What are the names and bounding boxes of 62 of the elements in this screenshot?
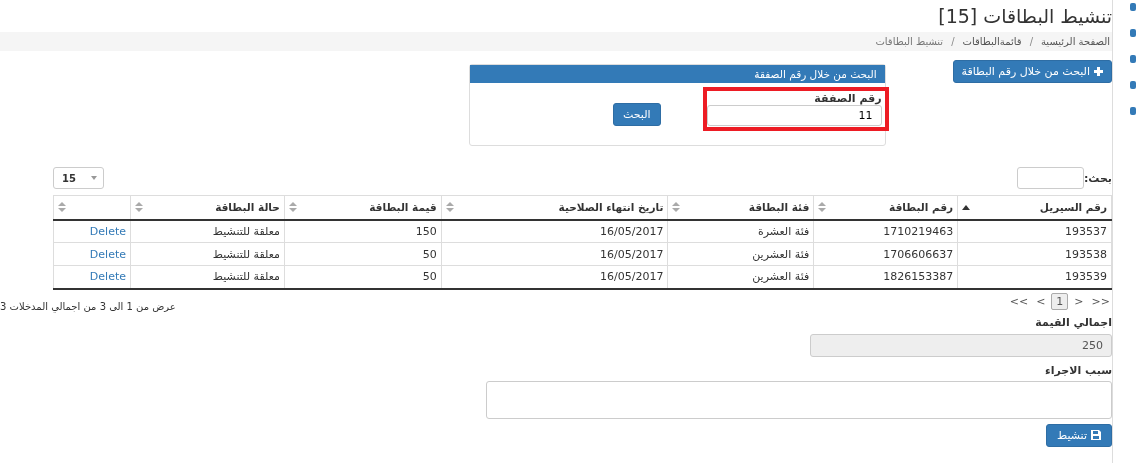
delete-link[interactable]: Delete — [89, 247, 126, 261]
field-label: رقم الصفقة — [813, 92, 882, 105]
delete-link[interactable]: Delete — [89, 270, 126, 284]
page-link[interactable]: < — [1034, 293, 1048, 309]
table-cell: 1706606637 — [813, 242, 958, 266]
breadcrumb-separator: / — [1029, 36, 1033, 47]
page-link[interactable]: << — [1007, 293, 1031, 309]
breadcrumb-item: تنشيط البطاقات — [875, 36, 944, 47]
search-field[interactable] — [1016, 167, 1084, 189]
table-cell: 193538 — [957, 242, 1112, 266]
breadcrumb-separator: / — [951, 36, 955, 47]
table-cell: 193539 — [957, 265, 1112, 289]
page-link[interactable]: >> — [1089, 293, 1112, 309]
table-cell: 150 — [284, 219, 442, 243]
table-info: عرض من 1 الى 3 من اجمالي المدخلات 3 — [0, 300, 176, 312]
activate-button[interactable]: تنشيط — [1046, 423, 1112, 447]
page-length-select[interactable]: 15 — [53, 167, 104, 189]
column-header[interactable]: فئة البطاقة — [667, 195, 814, 220]
partial-icon[interactable] — [1130, 28, 1136, 38]
column-header[interactable] — [53, 195, 131, 220]
breadcrumb-item[interactable]: قائمةالبطاقات — [962, 36, 1022, 47]
page-link[interactable]: > — [1072, 293, 1086, 309]
sort-icon — [818, 202, 827, 213]
table-cell: 193537 — [957, 219, 1112, 243]
sort-icon — [288, 202, 297, 213]
field-label: اجمالي القيمة — [1034, 315, 1112, 329]
column-header[interactable]: رقم البطاقة — [813, 195, 958, 220]
field-label: سبب الاجراء — [1044, 363, 1112, 377]
sort-ascending-icon — [962, 204, 971, 210]
sort-icon — [672, 202, 681, 213]
column-header[interactable]: تاريخ انتهاء الصلاحية — [441, 195, 668, 220]
search-by-card-button[interactable]: البحث من خلال رقم البطاقة — [952, 60, 1112, 83]
column-header[interactable]: حالة البطاقة — [130, 195, 285, 220]
sort-icon — [445, 202, 454, 213]
partial-icon[interactable] — [1130, 106, 1136, 116]
sort-icon — [135, 202, 143, 213]
partial-icon[interactable] — [1130, 54, 1136, 64]
table-cell: 50 — [284, 242, 442, 266]
caret-icon — [91, 176, 97, 180]
reason-field[interactable] — [486, 380, 1112, 419]
table-cell: 1710219463 — [813, 219, 958, 243]
table-cell: 16/05/2017 — [441, 219, 668, 243]
table-cell: فئة العشرين — [667, 242, 814, 266]
column-header[interactable]: رقم السيريل — [957, 195, 1112, 220]
page-title: تنشيط البطاقات [15] — [938, 4, 1112, 29]
breadcrumb-item[interactable]: الصفحة الرئيسية — [1041, 36, 1110, 47]
deal-number-field[interactable]: 11 — [706, 105, 882, 126]
table-cell: فئة العشرة — [667, 219, 814, 243]
delete-link[interactable]: Delete — [89, 224, 126, 238]
table-cell: معلقة للتنشيط — [130, 242, 285, 266]
partial-icon[interactable] — [1130, 80, 1136, 90]
sort-icon — [58, 202, 66, 213]
search-button[interactable]: البحث — [612, 103, 661, 126]
column-header[interactable]: قيمة البطاقة — [284, 195, 442, 220]
save-icon — [1091, 430, 1101, 440]
table-cell: 16/05/2017 — [441, 242, 668, 266]
search-label: بحث: — [1083, 171, 1112, 185]
panel-title: البحث من خلال رقم الصفقة — [469, 65, 885, 83]
partial-icon[interactable] — [1130, 2, 1136, 12]
plus-icon — [1094, 67, 1103, 76]
page-link[interactable]: 1 — [1051, 292, 1069, 310]
table-cell: معلقة للتنشيط — [130, 219, 285, 243]
